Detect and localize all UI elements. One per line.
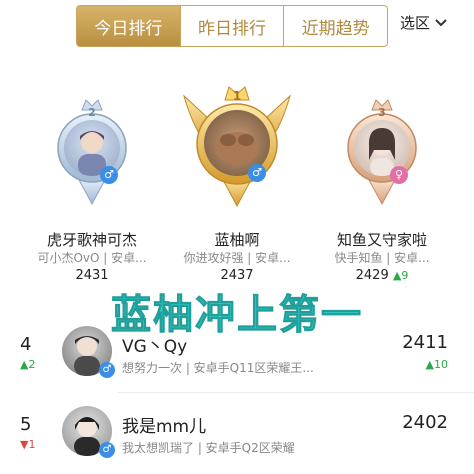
score-up-delta: ▲9 bbox=[392, 269, 409, 282]
podium-third-score-value: 2429 bbox=[355, 268, 389, 283]
podium-third-sub: 快手知鱼 | 安卓... bbox=[334, 251, 430, 265]
rank-down-delta: ▼1 bbox=[20, 438, 36, 451]
rank-number: 4 bbox=[20, 334, 32, 355]
podium-second-sub: 可小杰OvO | 安卓... bbox=[37, 251, 147, 265]
podium-second-score: 2431 bbox=[75, 268, 109, 283]
podium-third-name: 知鱼又守家啦 bbox=[336, 231, 427, 249]
silver-rank-number: 2 bbox=[88, 106, 96, 119]
male-icon: ♂ bbox=[100, 166, 118, 184]
gold-rank-number: 1 bbox=[233, 89, 241, 103]
male-icon: ♂ bbox=[99, 362, 115, 378]
tab-yesterday[interactable]: 昨日排行 bbox=[179, 6, 284, 46]
score-up-delta: ▲10 bbox=[425, 358, 448, 371]
player-subtitle: 我太想凯瑞了 | 安卓手Q2区荣耀 bbox=[122, 441, 295, 455]
podium-first-name: 蓝柚啊 bbox=[214, 231, 260, 249]
player-score: 2402 bbox=[402, 412, 448, 433]
region-label: 选区 bbox=[400, 14, 431, 32]
rank-number: 5 bbox=[20, 414, 32, 435]
bronze-rank-number: 3 bbox=[378, 106, 386, 119]
podium-third-delta: 9 bbox=[401, 269, 409, 282]
player-subtitle: 想努力一次 | 安卓手Q11区荣耀王... bbox=[122, 361, 314, 375]
player-name: VG丶Qy bbox=[122, 337, 188, 357]
list-item[interactable]: 5 ▼1 ♂ 我是mm儿 我太想凯瑞了 | 安卓手Q2区荣耀 2402 bbox=[0, 406, 474, 468]
rank-delta-value: 1 bbox=[28, 438, 36, 451]
podium-first-sub: 你进攻好强 | 安卓... bbox=[183, 251, 291, 265]
player-name: 我是mm儿 bbox=[122, 417, 207, 437]
podium-second-name: 虎牙歌神可杰 bbox=[46, 231, 137, 249]
list-item[interactable]: 4 ▲2 ♂ VG丶Qy 想努力一次 | 安卓手Q11区荣耀王... 2411 … bbox=[0, 326, 474, 388]
male-icon: ♂ bbox=[248, 164, 266, 182]
ranking-tabs: 今日排行 昨日排行 近期趋势 bbox=[76, 5, 388, 47]
podium-first-score: 2437 bbox=[220, 268, 254, 283]
score-delta-value: 10 bbox=[434, 358, 448, 371]
player-score: 2411 bbox=[402, 332, 448, 353]
divider bbox=[118, 392, 474, 393]
region-select[interactable]: 选区 bbox=[400, 12, 448, 33]
rank-delta-value: 2 bbox=[28, 358, 36, 371]
tab-trend[interactable]: 近期趋势 bbox=[283, 6, 387, 46]
chevron-down-icon bbox=[435, 18, 447, 26]
male-icon: ♂ bbox=[99, 442, 115, 458]
tab-today[interactable]: 今日排行 bbox=[77, 6, 180, 46]
podium-third-score: 2429 ▲9 bbox=[312, 268, 452, 283]
rank-up-delta: ▲2 bbox=[20, 358, 36, 371]
female-icon: ♀ bbox=[390, 166, 408, 184]
